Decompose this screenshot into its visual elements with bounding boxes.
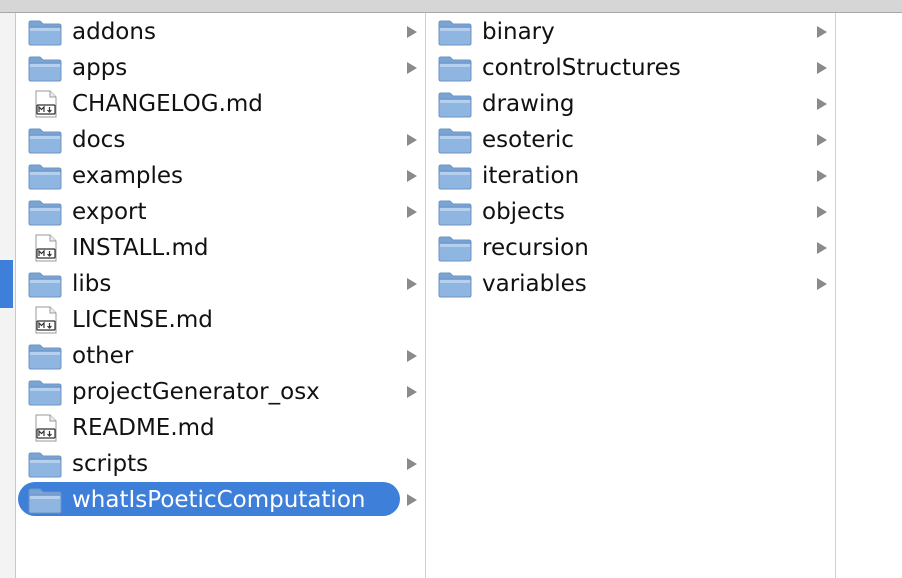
folder-icon [438,18,472,46]
finder-column-browser: addons apps CHANGELOG.md docs examples export… [0,0,902,578]
column-1[interactable]: addons apps CHANGELOG.md docs examples export… [16,13,426,578]
folder-row-apps[interactable]: apps [16,50,425,86]
folder-row-whatispoeticcomputation[interactable]: whatIsPoeticComputation [16,482,425,518]
folder-row-drawing[interactable]: drawing [426,86,835,122]
folder-icon [438,270,472,298]
item-label: controlStructures [482,55,681,81]
folder-row-libs[interactable]: libs [16,266,425,302]
disclosure-arrow-icon [407,206,417,218]
file-row-install-md[interactable]: INSTALL.md [16,230,425,266]
item-label: other [72,343,134,369]
disclosure-arrow-icon [407,62,417,74]
folder-icon [438,162,472,190]
item-label: README.md [72,415,215,441]
folder-row-addons[interactable]: addons [16,14,425,50]
folder-icon [438,234,472,262]
disclosure-arrow-icon [407,170,417,182]
folder-icon [438,54,472,82]
item-label: objects [482,199,565,225]
markdown-file-icon [28,414,62,442]
item-label: LICENSE.md [72,307,213,333]
disclosure-arrow-icon [817,26,827,38]
disclosure-arrow-icon [407,386,417,398]
item-label: CHANGELOG.md [72,91,263,117]
folder-row-examples[interactable]: examples [16,158,425,194]
folder-icon [438,198,472,226]
folder-row-scripts[interactable]: scripts [16,446,425,482]
disclosure-arrow-icon [407,278,417,290]
folder-row-recursion[interactable]: recursion [426,230,835,266]
item-label: drawing [482,91,575,117]
folder-row-variables[interactable]: variables [426,266,835,302]
folder-icon [438,90,472,118]
folder-row-export[interactable]: export [16,194,425,230]
item-label: esoteric [482,127,574,153]
folder-row-docs[interactable]: docs [16,122,425,158]
item-label: recursion [482,235,589,261]
disclosure-arrow-icon [817,98,827,110]
folder-row-objects[interactable]: objects [426,194,835,230]
folder-icon [28,486,62,514]
folder-icon [28,162,62,190]
file-row-readme-md[interactable]: README.md [16,410,425,446]
folder-icon [438,126,472,154]
markdown-file-icon [28,306,62,334]
item-label: scripts [72,451,149,477]
disclosure-arrow-icon [407,458,417,470]
folder-row-other[interactable]: other [16,338,425,374]
disclosure-arrow-icon [817,242,827,254]
folder-row-projectgenerator-osx[interactable]: projectGenerator_osx [16,374,425,410]
item-label: whatIsPoeticComputation [72,487,366,513]
file-row-changelog-md[interactable]: CHANGELOG.md [16,86,425,122]
column-2-list: binary controlStructures drawing esoteric it… [426,14,835,302]
item-label: addons [72,19,156,45]
item-label: projectGenerator_osx [72,379,320,405]
markdown-file-icon [28,234,62,262]
folder-icon [28,18,62,46]
disclosure-arrow-icon [817,62,827,74]
folder-icon [28,54,62,82]
disclosure-arrow-icon [817,278,827,290]
disclosure-arrow-icon [407,26,417,38]
item-label: binary [482,19,555,45]
disclosure-arrow-icon [407,134,417,146]
folder-row-binary[interactable]: binary [426,14,835,50]
folder-icon [28,198,62,226]
column-3[interactable] [836,13,902,578]
item-label: docs [72,127,126,153]
previous-column-edge[interactable] [0,13,16,578]
item-label: export [72,199,147,225]
markdown-file-icon [28,90,62,118]
item-label: variables [482,271,587,297]
folder-icon [28,126,62,154]
disclosure-arrow-icon [817,170,827,182]
column-1-list: addons apps CHANGELOG.md docs examples export… [16,14,425,518]
toolbar-edge [0,0,902,13]
disclosure-arrow-icon [407,350,417,362]
folder-icon [28,342,62,370]
folder-row-controlstructures[interactable]: controlStructures [426,50,835,86]
folder-icon [28,450,62,478]
item-label: INSTALL.md [72,235,209,261]
item-label: libs [72,271,112,297]
previous-column-selection [0,260,13,308]
folder-row-esoteric[interactable]: esoteric [426,122,835,158]
disclosure-arrow-icon [817,206,827,218]
item-label: iteration [482,163,580,189]
disclosure-arrow-icon [817,134,827,146]
folder-icon [28,270,62,298]
column-2[interactable]: binary controlStructures drawing esoteric it… [426,13,836,578]
folder-icon [28,378,62,406]
item-label: apps [72,55,128,81]
item-label: examples [72,163,183,189]
file-row-license-md[interactable]: LICENSE.md [16,302,425,338]
folder-row-iteration[interactable]: iteration [426,158,835,194]
disclosure-arrow-icon [407,494,417,506]
